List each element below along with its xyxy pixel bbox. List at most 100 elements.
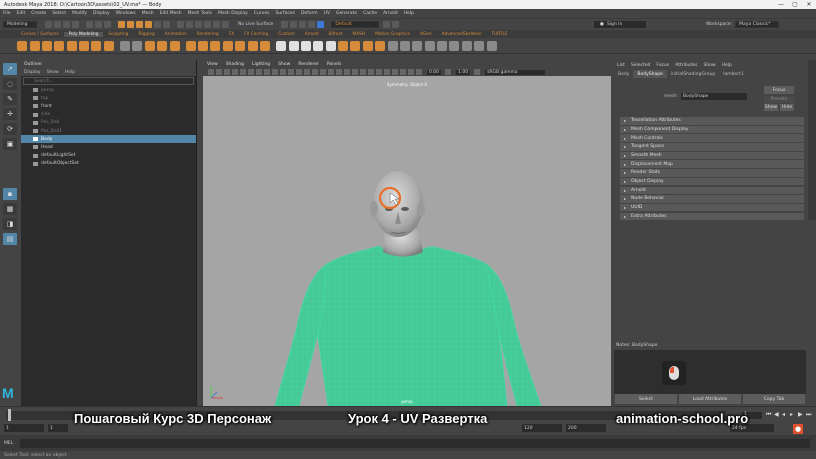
range-start-field[interactable]: 1 (48, 424, 68, 432)
gate-mask-icon[interactable] (264, 69, 270, 75)
load-attributes-button[interactable]: Load Attributes (679, 394, 741, 404)
view-transform-dropdown[interactable]: sRGB gamma (485, 69, 546, 75)
poly-torus-icon[interactable] (66, 40, 77, 51)
menu-create[interactable]: Create (28, 11, 49, 16)
mask-curves-icon[interactable] (127, 21, 134, 28)
combine-icon[interactable] (120, 40, 130, 51)
transform-ops-icon[interactable] (392, 21, 400, 28)
camera-dropdown[interactable]: Default (331, 21, 380, 28)
section-mesh-component-display[interactable]: Mesh Component Display (620, 125, 804, 135)
menu-modify[interactable]: Modify (69, 11, 90, 16)
shelf-tab-fx[interactable]: FX (224, 32, 239, 37)
outliner-menu-help[interactable]: Help (62, 70, 78, 75)
ae-menu-selected[interactable]: Selected (628, 63, 654, 68)
exposure-field[interactable]: 0.00 (427, 69, 442, 75)
orient-icon[interactable] (437, 40, 447, 51)
viewport-menu-view[interactable]: View (203, 62, 222, 67)
side-panel-tabs[interactable] (808, 60, 816, 220)
snap-grid-icon[interactable] (177, 21, 184, 28)
focus-button[interactable]: Focus (764, 86, 794, 94)
menu-cache[interactable]: Cache (360, 11, 380, 16)
shelf-tab-mash[interactable]: MASH (347, 32, 370, 37)
shelf-tab-advancedskeleton[interactable]: AdvancedSkeleton (437, 32, 487, 37)
use-all-lights-icon[interactable] (336, 69, 342, 75)
menu-edit[interactable]: Edit (14, 11, 29, 16)
menu-select[interactable]: Select (49, 11, 69, 16)
single-perspective-layout-icon[interactable]: ▪ (3, 188, 17, 200)
mask-deform-icon[interactable] (145, 21, 152, 28)
poly-disc-icon[interactable] (91, 40, 102, 51)
show-button[interactable]: Show (764, 104, 778, 111)
checker-icon[interactable] (449, 40, 460, 51)
menu-generate[interactable]: Generate (333, 11, 360, 16)
screen-space-ao-icon[interactable] (352, 69, 358, 75)
boolean-icon[interactable] (157, 40, 168, 51)
shelf-tab-motion-graphics[interactable]: Motion Graphics (370, 32, 415, 37)
ae-tab-initial-shading-group[interactable]: initialShadingGroup (667, 70, 719, 78)
ae-menu-attributes[interactable]: Attributes (672, 63, 700, 68)
mirror-icon[interactable] (169, 40, 180, 51)
notes-field[interactable] (614, 350, 806, 394)
safe-title-icon[interactable] (288, 69, 294, 75)
anim-start-field[interactable]: 1 (4, 424, 44, 432)
snap-surface-icon[interactable] (213, 21, 220, 28)
menu-mesh-tools[interactable]: Mesh Tools (185, 11, 215, 16)
ae-menu-help[interactable]: Help (719, 63, 735, 68)
outliner-item-head[interactable]: Head (21, 143, 196, 151)
textured-icon[interactable] (328, 69, 334, 75)
camera-select-icon[interactable] (208, 69, 214, 75)
viewport-3d[interactable]: Symmetry: Object X persp (203, 76, 611, 406)
persp-outliner-layout-icon[interactable]: ◨ (3, 218, 17, 230)
fill-hole-icon[interactable] (235, 40, 246, 51)
wireframe-icon[interactable] (296, 69, 302, 75)
snap-view-icon[interactable] (204, 21, 211, 28)
cylindrical-map-icon[interactable] (362, 40, 373, 51)
sign-in-dropdown[interactable]: ● Sign In (594, 21, 646, 28)
viewport-menu-shading[interactable]: Shading (222, 62, 248, 67)
select-hierarchy-icon[interactable] (86, 21, 93, 28)
xray-icon[interactable] (392, 69, 398, 75)
auto-key-icon[interactable]: ● (793, 424, 803, 434)
step-forward-icon[interactable]: ▶ (798, 411, 803, 418)
merge-icon[interactable] (247, 40, 258, 51)
section-uuid[interactable]: UUID (620, 203, 804, 213)
bridge-icon[interactable] (198, 40, 209, 51)
viewport-menu-panels[interactable]: Panels (323, 62, 345, 67)
isolate-select-icon[interactable] (384, 69, 390, 75)
range-end-field[interactable]: 120 (522, 424, 562, 432)
snap-curve-icon[interactable] (186, 21, 193, 28)
play-forwards-icon[interactable]: ▸ (790, 411, 793, 418)
snap-point-icon[interactable] (195, 21, 202, 28)
section-extra-attributes[interactable]: Extra Attributes (620, 212, 804, 222)
shelf-tab-arnold[interactable]: Arnold (300, 32, 324, 37)
minimize-button[interactable]: — (774, 0, 788, 9)
outliner-item-side[interactable]: side (21, 111, 196, 119)
append-icon[interactable] (222, 40, 233, 51)
outliner-search-input[interactable]: Search... (23, 77, 194, 85)
paint-select-icon[interactable]: ✎ (3, 93, 17, 105)
move-tool-icon[interactable]: ✛ (3, 108, 17, 120)
image-plane-icon[interactable] (232, 69, 238, 75)
outliner-item-pos-ball[interactable]: Pos_Ball (21, 119, 196, 127)
step-back-icon[interactable]: ◀ (774, 411, 779, 418)
menu-help[interactable]: Help (401, 11, 417, 16)
maximize-button[interactable]: ▢ (788, 0, 802, 9)
menu-curves[interactable]: Curves (251, 11, 273, 16)
wireframe-on-shaded-icon[interactable] (320, 69, 326, 75)
redo-icon[interactable] (72, 21, 79, 28)
render-frame-icon[interactable] (290, 21, 298, 28)
undo-icon[interactable] (63, 21, 70, 28)
multi-cut-icon[interactable] (276, 40, 287, 51)
symmetrize-icon[interactable] (474, 40, 485, 51)
four-view-layout-icon[interactable]: ▦ (3, 203, 17, 215)
section-tessellation-attributes[interactable]: Tessellation Attributes (620, 117, 804, 126)
section-object-display[interactable]: Object Display (620, 177, 804, 187)
section-displacement-map[interactable]: Displacement Map (620, 160, 804, 170)
shelf-tab-rigging[interactable]: Rigging (134, 32, 160, 37)
select-tool-icon[interactable]: ➚ (3, 63, 17, 75)
unfold-icon[interactable] (412, 40, 423, 51)
ae-menu-focus[interactable]: Focus (653, 63, 672, 68)
render-view-icon[interactable] (299, 21, 307, 28)
viewport-menu-lighting[interactable]: Lighting (248, 62, 274, 67)
motion-blur-icon[interactable] (360, 69, 366, 75)
